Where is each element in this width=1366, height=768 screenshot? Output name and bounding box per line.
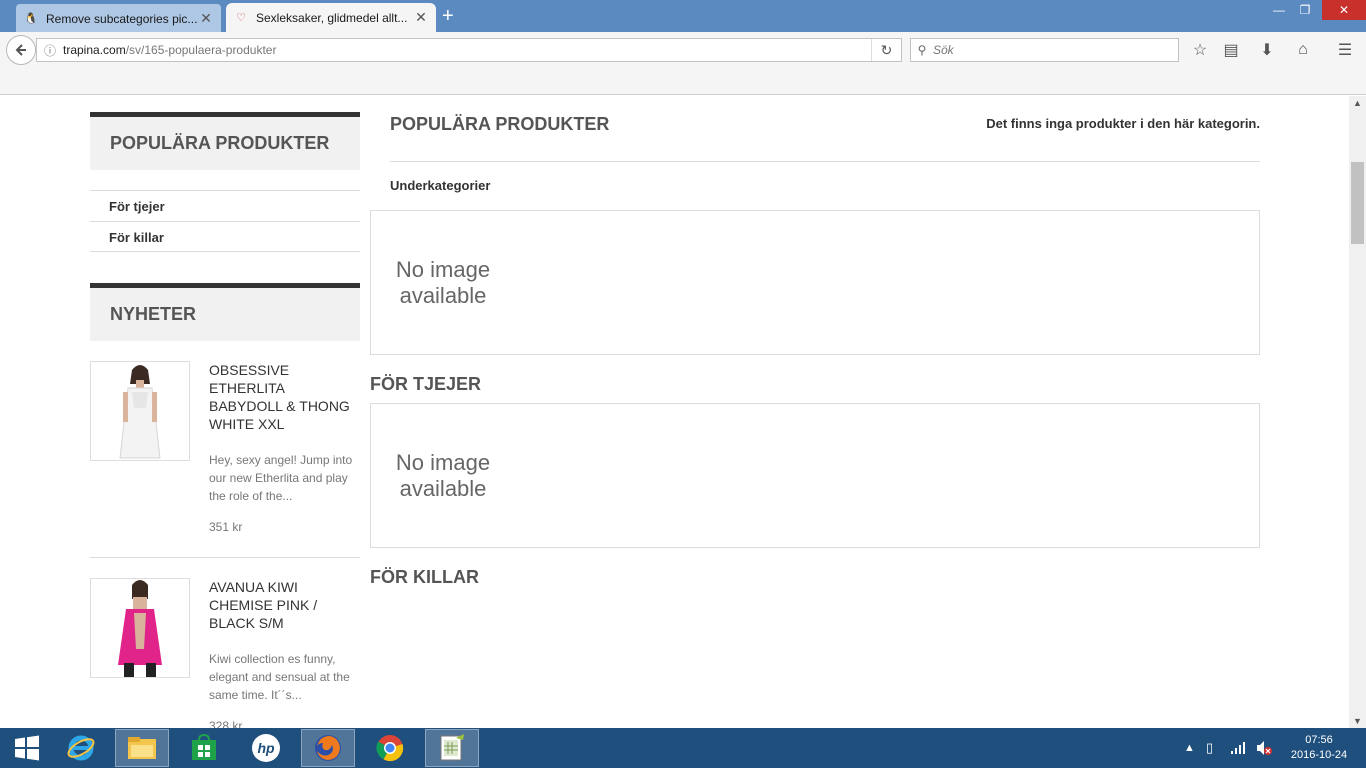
page-scrollbar[interactable]: ▲ ▼ <box>1349 96 1366 728</box>
restore-icon[interactable]: ❐ <box>1294 0 1316 20</box>
battery-icon[interactable]: ▯ <box>1206 728 1213 768</box>
system-clock[interactable]: 07:56 2016-10-24 <box>1282 733 1356 763</box>
divider <box>390 161 1260 162</box>
page-content: POPULÄRA PRODUKTER För tjejer För killar… <box>0 96 1349 728</box>
news-block-title: NYHETER <box>90 283 360 341</box>
categories-block-title: POPULÄRA PRODUKTER <box>90 112 360 170</box>
bookmarks-bar <box>0 70 1366 95</box>
info-icon[interactable]: ⓘ <box>37 42 63 59</box>
minimize-icon[interactable]: — <box>1268 0 1290 20</box>
tab-title: Remove subcategories pic... <box>46 11 198 26</box>
scroll-up-icon[interactable]: ▲ <box>1349 98 1366 108</box>
bookmark-star-icon[interactable]: ☆ <box>1186 38 1214 62</box>
url-path: /sv/165-populaera-produkter <box>125 43 277 57</box>
chrome-icon[interactable] <box>363 729 417 767</box>
product-name[interactable]: AVANUA KIWI CHEMISE PINK / BLACK S/M <box>209 578 359 632</box>
clock-date: 2016-10-24 <box>1290 749 1348 761</box>
url-text[interactable]: trapina.com/sv/165-populaera-produkter <box>63 43 871 57</box>
no-image-placeholder: No image available <box>395 450 491 501</box>
menu-icon[interactable]: ☰ <box>1331 38 1359 62</box>
arrow-left-icon <box>15 44 26 56</box>
product-photo-pink-chemise <box>104 579 176 677</box>
page-title: POPULÄRA PRODUKTER <box>390 114 610 134</box>
reload-icon[interactable]: ↻ <box>871 39 901 61</box>
search-input[interactable]: ⚲ Sök <box>910 38 1179 62</box>
category-list: För tjejer För killar <box>90 190 360 252</box>
close-icon[interactable]: ✕ <box>199 10 213 27</box>
subcategories-heading: Underkategorier <box>390 178 491 193</box>
heart-favicon-icon: ♡ <box>236 12 246 24</box>
network-signal-icon[interactable] <box>1230 728 1246 768</box>
hp-icon[interactable]: hp <box>239 729 293 767</box>
volume-muted-icon[interactable] <box>1255 728 1273 768</box>
product-image[interactable] <box>90 361 190 461</box>
no-image-placeholder: No image available <box>395 257 491 308</box>
product-description: Hey, sexy angel! Jump into our new Ether… <box>209 453 353 503</box>
product-image[interactable] <box>90 578 190 678</box>
product-price: 328 kr <box>209 719 243 728</box>
forum-favicon-icon: 🐧 <box>24 13 38 25</box>
tab-remove-subcategories[interactable]: 🐧 Remove subcategories pic... ✕ <box>16 4 221 33</box>
tab-bar: 🐧 Remove subcategories pic... ✕ ♡ Sexlek… <box>0 0 1366 33</box>
subcategory-image-killar[interactable]: No image available <box>370 403 1260 548</box>
product-name[interactable]: OBSESSIVE ETHERLITA BABYDOLL & THONG WHI… <box>209 361 359 433</box>
product-description: Kiwi collection es funny, elegant and se… <box>209 652 350 702</box>
subcategory-name-killar[interactable]: FÖR KILLAR <box>370 567 479 588</box>
divider <box>90 557 360 558</box>
search-placeholder: Sök <box>933 43 954 57</box>
spreadsheet-app-icon[interactable] <box>425 729 479 767</box>
show-hidden-icons[interactable]: ▲ <box>1184 728 1195 768</box>
subcategory-image-tjejer[interactable]: No image available <box>370 210 1260 355</box>
file-explorer-icon[interactable] <box>115 729 169 767</box>
scrollbar-thumb[interactable] <box>1351 162 1364 244</box>
internet-explorer-icon[interactable] <box>54 729 108 767</box>
close-icon[interactable]: ✕ <box>414 9 428 26</box>
address-bar[interactable]: ⓘ trapina.com/sv/165-populaera-produkter… <box>36 38 902 62</box>
clock-time: 07:56 <box>1305 734 1333 746</box>
search-icon: ⚲ <box>917 43 927 57</box>
back-button[interactable] <box>6 35 36 65</box>
product-photo-white-babydoll <box>119 365 161 459</box>
product-price: 351 kr <box>209 520 243 534</box>
url-host: trapina.com <box>63 43 126 57</box>
windows-store-icon[interactable] <box>177 729 231 767</box>
windows-taskbar: hp ▲ ▯ 07:56 2016-10-24 <box>0 728 1366 768</box>
category-item-tjejer[interactable]: För tjejer <box>90 190 360 221</box>
home-icon[interactable]: ⌂ <box>1289 38 1317 62</box>
firefox-icon[interactable] <box>301 729 355 767</box>
svg-text:hp: hp <box>257 740 275 756</box>
window-close-icon[interactable]: ✕ <box>1322 0 1366 20</box>
subcategory-name-tjejer[interactable]: FÖR TJEJER <box>370 374 481 395</box>
new-tab-button[interactable]: + <box>442 6 454 26</box>
tab-title: Sexleksaker, glidmedel allt... <box>256 10 408 25</box>
no-products-message: Det finns inga produkter i den här kateg… <box>986 116 1260 131</box>
tab-trapina[interactable]: ♡ Sexleksaker, glidmedel allt... ✕ <box>226 3 436 32</box>
scroll-down-icon[interactable]: ▼ <box>1349 716 1366 726</box>
download-icon[interactable]: ⬇ <box>1253 38 1281 62</box>
windows-start-icon[interactable] <box>0 729 54 767</box>
reading-list-icon[interactable]: ▤ <box>1217 38 1245 62</box>
category-item-killar[interactable]: För killar <box>90 221 360 252</box>
